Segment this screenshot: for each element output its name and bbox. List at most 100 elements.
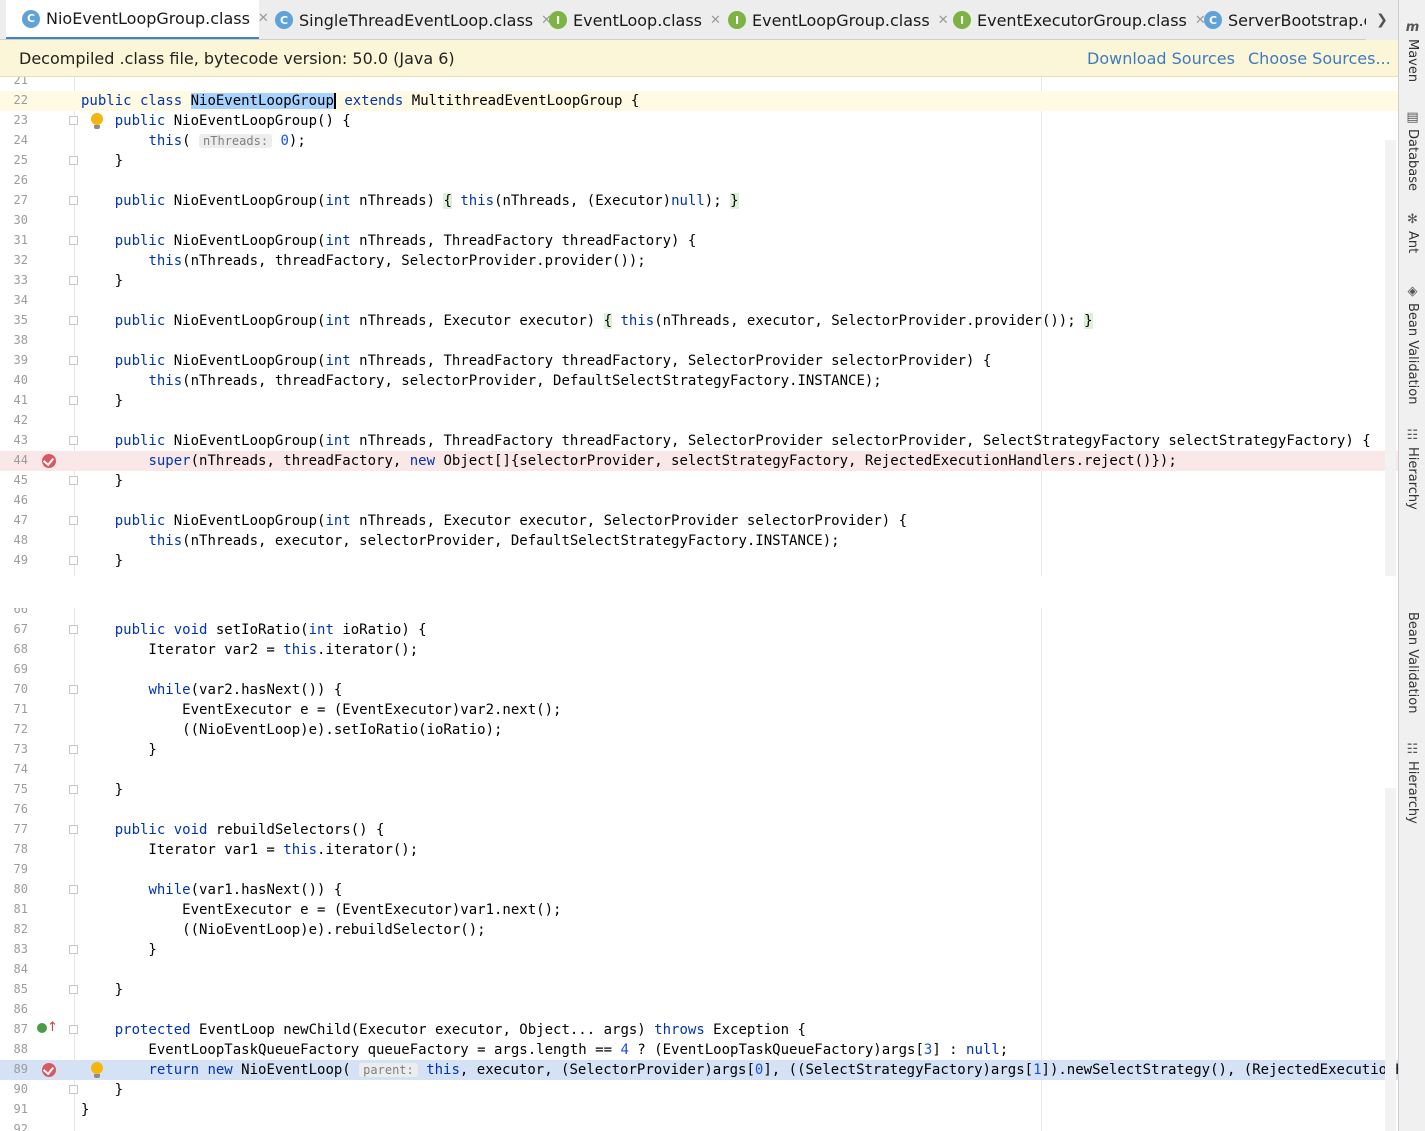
code-line[interactable]: 23 public NioEventLoopGroup() { — [0, 111, 1398, 131]
code-line[interactable]: 83 } — [0, 940, 1398, 960]
editor-pane-top[interactable]: 21 22 public class NioEventLoopGroup exten… — [0, 77, 1398, 576]
fold-marker-icon[interactable] — [69, 885, 78, 894]
code-line[interactable]: 46 — [0, 491, 1398, 511]
code-line[interactable]: 27 public NioEventLoopGroup(int nThreads… — [0, 191, 1398, 211]
code-line[interactable]: 21 — [0, 77, 1398, 91]
code-line[interactable]: 91} — [0, 1100, 1398, 1120]
code-line[interactable]: 26 — [0, 171, 1398, 191]
fold-marker-icon[interactable] — [69, 556, 78, 565]
fold-marker-icon[interactable] — [69, 945, 78, 954]
code-line[interactable]: 84 — [0, 960, 1398, 980]
fold-marker-icon[interactable] — [69, 196, 78, 205]
scrollbar-bottom[interactable] — [1385, 788, 1396, 1131]
code-line[interactable]: 44 super(nThreads, threadFactory, new Ob… — [0, 451, 1398, 471]
fold-marker-icon[interactable] — [69, 276, 78, 285]
code-line[interactable]: 42 — [0, 411, 1398, 431]
code-line[interactable]: 34 — [0, 291, 1398, 311]
code-line[interactable]: 45 } — [0, 471, 1398, 491]
fold-marker-icon[interactable] — [69, 1025, 78, 1034]
tool-window-bean-validation-lower[interactable]: Bean Validation — [1401, 612, 1424, 713]
tab-serverbootstrap[interactable]: C ServerBootstrap.cla — [1188, 0, 1387, 39]
code-line[interactable]: 40 this(nThreads, threadFactory, selecto… — [0, 371, 1398, 391]
code-line[interactable]: 24 this( nThreads: 0); — [0, 131, 1398, 151]
tool-window-bean-validation[interactable]: ◈ Bean Validation — [1401, 284, 1424, 404]
choose-sources-link[interactable]: Choose Sources... — [1248, 49, 1391, 68]
fold-marker-icon[interactable] — [69, 625, 78, 634]
code-line[interactable]: 81 EventExecutor e = (EventExecutor)var1… — [0, 900, 1398, 920]
code-text: ((NioEventLoop)e).rebuildSelector(); — [81, 922, 486, 938]
fold-marker-icon[interactable] — [69, 1085, 78, 1094]
code-line[interactable]: 76 — [0, 800, 1398, 820]
fold-marker-icon[interactable] — [69, 516, 78, 525]
code-line[interactable]: 22 public class NioEventLoopGroup extends… — [0, 91, 1398, 111]
scrollbar-top[interactable] — [1385, 140, 1396, 576]
tab-eventloop[interactable]: I EventLoop.class ✕ — [533, 0, 721, 39]
code-line[interactable]: 90 } — [0, 1080, 1398, 1100]
code-line[interactable]: 48 this(nThreads, executor, selectorProv… — [0, 531, 1398, 551]
code-text: ((NioEventLoop)e).setIoRatio(ioRatio); — [81, 722, 503, 738]
code-line[interactable]: 66 — [0, 608, 1398, 620]
tab-eventloopgroup[interactable]: I EventLoopGroup.class ✕ — [712, 0, 949, 39]
code-line[interactable]: 38 — [0, 331, 1398, 351]
fold-marker-icon[interactable] — [69, 396, 78, 405]
tool-window-maven[interactable]: m Maven — [1401, 20, 1424, 82]
code-line[interactable]: 69 — [0, 660, 1398, 680]
code-line[interactable]: 35 public NioEventLoopGroup(int nThreads… — [0, 311, 1398, 331]
code-line[interactable]: 85 } — [0, 980, 1398, 1000]
code-line[interactable]: 33 } — [0, 271, 1398, 291]
fold-marker-icon[interactable] — [69, 745, 78, 754]
override-icon[interactable] — [37, 1023, 47, 1033]
code-line[interactable]: 68 Iterator var2 = this.iterator(); — [0, 640, 1398, 660]
code-line[interactable]: 67 public void setIoRatio(int ioRatio) { — [0, 620, 1398, 640]
fold-marker-icon[interactable] — [69, 156, 78, 165]
tool-window-database[interactable]: ▤ Database — [1401, 110, 1424, 191]
code-line[interactable]: 79 — [0, 860, 1398, 880]
tab-nioeventloopgroup[interactable]: C NioEventLoopGroup.class ✕ — [6, 0, 269, 39]
code-line[interactable]: 72 ((NioEventLoop)e).setIoRatio(ioRatio)… — [0, 720, 1398, 740]
code-line[interactable]: 30 — [0, 211, 1398, 231]
code-line[interactable]: 47 public NioEventLoopGroup(int nThreads… — [0, 511, 1398, 531]
code-line[interactable]: 77 public void rebuildSelectors() { — [0, 820, 1398, 840]
code-line[interactable]: 89 return new NioEventLoop( parent: this… — [0, 1060, 1398, 1080]
code-line[interactable]: 88 EventLoopTaskQueueFactory queueFactor… — [0, 1040, 1398, 1060]
code-line[interactable]: 32 this(nThreads, threadFactory, Selecto… — [0, 251, 1398, 271]
code-line[interactable]: 80 while(var1.hasNext()) { — [0, 880, 1398, 900]
fold-marker-icon[interactable] — [69, 825, 78, 834]
tab-singlethreadeventloop[interactable]: C SingleThreadEventLoop.class ✕ — [259, 0, 552, 39]
fold-marker-icon[interactable] — [69, 436, 78, 445]
fold-marker-icon[interactable] — [69, 476, 78, 485]
fold-marker-icon[interactable] — [69, 356, 78, 365]
code-line[interactable]: 31 public NioEventLoopGroup(int nThreads… — [0, 231, 1398, 251]
code-line[interactable]: 82 ((NioEventLoop)e).rebuildSelector(); — [0, 920, 1398, 940]
tool-window-hierarchy-lower[interactable]: ☷ Hierarchy — [1401, 742, 1424, 824]
code-line[interactable]: 73 } — [0, 740, 1398, 760]
chevron-down-icon[interactable]: ❯ — [1366, 0, 1398, 40]
fold-marker-icon[interactable] — [69, 316, 78, 325]
fold-marker-icon[interactable] — [69, 785, 78, 794]
code-line[interactable]: 39 public NioEventLoopGroup(int nThreads… — [0, 351, 1398, 371]
code-line[interactable]: 49 } — [0, 551, 1398, 571]
download-sources-link[interactable]: Download Sources — [1087, 49, 1235, 68]
fold-marker-icon[interactable] — [69, 116, 78, 125]
fold-marker-icon[interactable] — [69, 985, 78, 994]
breakpoint-icon[interactable] — [42, 1063, 56, 1077]
code-line[interactable]: 92 — [0, 1120, 1398, 1131]
fold-marker-icon[interactable] — [69, 236, 78, 245]
code-line[interactable]: 78 Iterator var1 = this.iterator(); — [0, 840, 1398, 860]
code-line[interactable]: 71 EventExecutor e = (EventExecutor)var2… — [0, 700, 1398, 720]
tool-window-hierarchy[interactable]: ☷ Hierarchy — [1401, 428, 1424, 510]
tab-eventexecutorgroup[interactable]: I EventExecutorGroup.class ✕ — [937, 0, 1206, 39]
code-line[interactable]: 87 ↑ protected EventLoop newChild(Executo… — [0, 1020, 1398, 1040]
line-number: 83 — [13, 942, 28, 956]
code-line[interactable]: 41 } — [0, 391, 1398, 411]
breakpoint-icon[interactable] — [42, 454, 56, 468]
code-line[interactable]: 75 } — [0, 780, 1398, 800]
editor-pane-bottom[interactable]: 66 67 public void setIoRatio(int ioRatio)… — [0, 608, 1398, 1131]
tool-window-ant[interactable]: ✻ Ant — [1401, 212, 1424, 253]
code-line[interactable]: 74 — [0, 760, 1398, 780]
fold-marker-icon[interactable] — [69, 685, 78, 694]
code-line[interactable]: 25 } — [0, 151, 1398, 171]
code-line[interactable]: 86 — [0, 1000, 1398, 1020]
code-line[interactable]: 43 public NioEventLoopGroup(int nThreads… — [0, 431, 1398, 451]
code-line[interactable]: 70 while(var2.hasNext()) { — [0, 680, 1398, 700]
